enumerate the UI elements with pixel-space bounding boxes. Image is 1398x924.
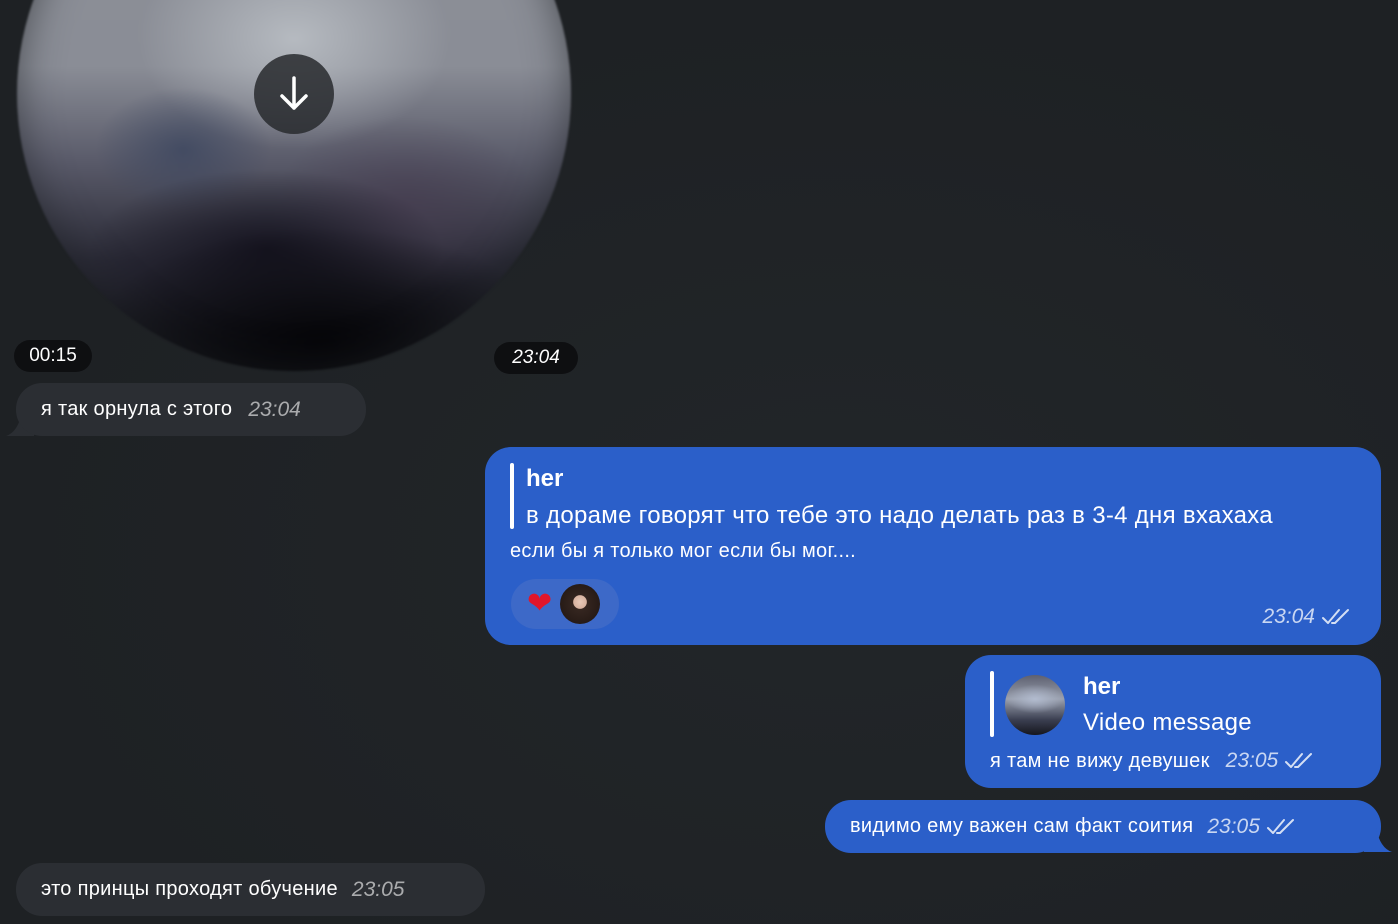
message-time: 23:04 [248,397,301,421]
reply-author: her [526,465,564,492]
message-time: 23:05 [1207,814,1260,838]
reply-bar [990,671,994,737]
message-text: это принцы проходят обучение [41,878,338,900]
double-check-icon [1322,609,1349,624]
reply-author: her [1083,673,1121,700]
chat-area: 00:15 23:04 я так орнула с этого 23:04 h… [0,0,1398,924]
arrow-down-icon [280,76,308,110]
message-bubble[interactable]: her Video message я там не вижу девушек … [965,655,1381,788]
video-time: 23:04 [494,342,578,374]
message-text: я там не вижу девушек [990,749,1210,772]
message-bubble[interactable]: her в дораме говорят что тебе это надо д… [485,447,1381,645]
message-bubble[interactable]: я так орнула с этого 23:04 [16,383,366,436]
message-time: 23:05 [351,877,405,901]
reply-bar [510,463,514,529]
double-check-icon [1266,818,1294,834]
message-text: я так орнула с этого [41,398,233,420]
message-time: 23:05 [1225,749,1279,772]
message-body: я там не вижу девушек 23:05 [990,749,1314,773]
reactions-bar[interactable]: ❤ [511,579,619,629]
download-button[interactable] [254,54,334,134]
message-text: видимо ему важен сам факт соития [850,815,1194,837]
video-duration: 00:15 [14,340,92,372]
double-check-icon [1285,753,1313,768]
bubble-tail [1364,828,1392,852]
heart-icon: ❤ [527,587,553,620]
message-meta: 23:04 [1262,605,1351,629]
reply-text: Video message [1083,709,1252,736]
video-thumbnail [1005,675,1065,735]
avatar [560,584,601,624]
reply-text: в дораме говорят что тебе это надо делат… [526,502,1273,529]
message-bubble[interactable]: видимо ему важен сам факт соития 23:05 [825,800,1381,853]
message-bubble[interactable]: это принцы проходят обучение 23:05 [16,863,485,916]
message-time: 23:04 [1262,605,1315,628]
message-text: если бы я только мог если бы мог.... [510,540,857,562]
